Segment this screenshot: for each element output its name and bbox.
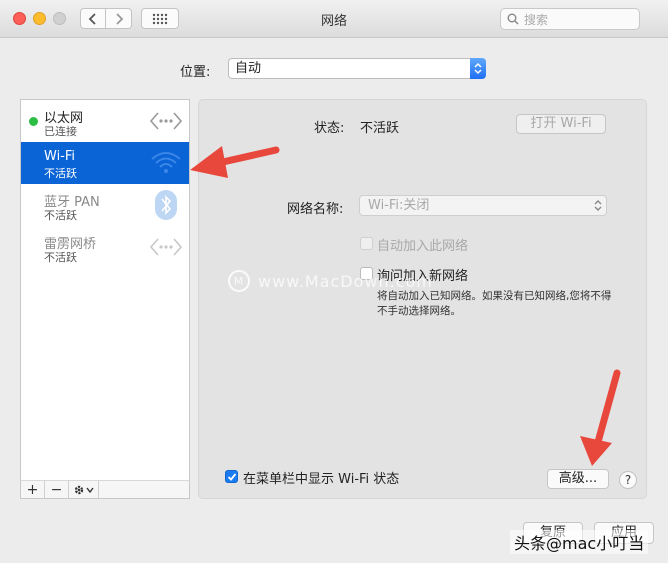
service-item-ethernet[interactable]: 以太网 已连接 [21,100,189,142]
service-status: 不活跃 [44,167,77,180]
turn-on-wifi-button[interactable]: 打开 Wi-Fi [516,114,606,134]
status-label: 状态: [314,121,345,136]
bluetooth-icon [149,190,183,220]
location-value: 自动 [235,61,262,76]
remove-service-button[interactable]: − [45,481,69,498]
service-list-toolbar: + − [20,480,190,499]
title-bar: 网络 搜索 [0,0,668,38]
service-item-wifi[interactable]: Wi-Fi 不活跃 [21,142,189,184]
network-name-select[interactable]: Wi-Fi:关闭 [359,195,607,216]
action-menu-button[interactable] [69,481,99,498]
search-placeholder: 搜索 [524,12,549,27]
service-status: 不活跃 [44,251,77,264]
network-name-label: 网络名称: [287,202,344,217]
service-status: 已连接 [44,125,77,138]
add-service-button[interactable]: + [21,481,45,498]
service-list: 以太网 已连接 Wi-Fi 不活跃 蓝牙 PAN 不活跃 雷雳网桥 不活跃 [20,99,190,481]
location-select[interactable]: 自动 [228,58,486,79]
thunderbolt-bridge-icon [149,232,183,262]
ethernet-icon [149,106,183,136]
search-field[interactable]: 搜索 [500,8,640,30]
source-caption: 头条@mac小叮当 [510,530,649,554]
service-status: 不活跃 [44,209,77,222]
location-label: 位置: [180,65,211,80]
watermark-logo-icon: M [228,270,250,292]
network-name-value: Wi-Fi:关闭 [368,198,430,213]
network-preferences-window: 网络 搜索 位置: 自动 以太网 已连接 Wi-Fi 不活跃 蓝牙 PAN 不活… [0,0,668,563]
show-wifi-menubar-label: 在菜单栏中显示 Wi-Fi 状态 [243,472,400,487]
watermark: M www.MacDown.com [228,270,433,292]
service-item-bluetooth-pan[interactable]: 蓝牙 PAN 不活跃 [21,184,189,226]
updown-arrows-icon [470,58,486,79]
auto-join-label: 自动加入此网络 [377,239,469,254]
status-value: 不活跃 [360,121,400,136]
help-button[interactable]: ? [619,471,637,489]
updown-arrows-icon [594,199,602,218]
service-name: Wi-Fi [44,149,76,164]
connected-status-dot [29,117,38,126]
advanced-button[interactable]: 高级... [547,469,609,489]
search-icon [507,13,519,25]
checkmark-icon [227,472,236,481]
ask-join-help-text: 将自动加入已知网络。如果没有已知网络,您将不得不手动选择网络。 [377,290,612,317]
wifi-icon [149,148,183,178]
watermark-text: www.MacDown.com [258,271,433,291]
auto-join-checkbox[interactable] [360,237,373,250]
show-wifi-menubar-checkbox[interactable] [225,470,238,483]
service-item-thunderbolt-bridge[interactable]: 雷雳网桥 不活跃 [21,226,189,268]
gear-icon [74,485,94,494]
